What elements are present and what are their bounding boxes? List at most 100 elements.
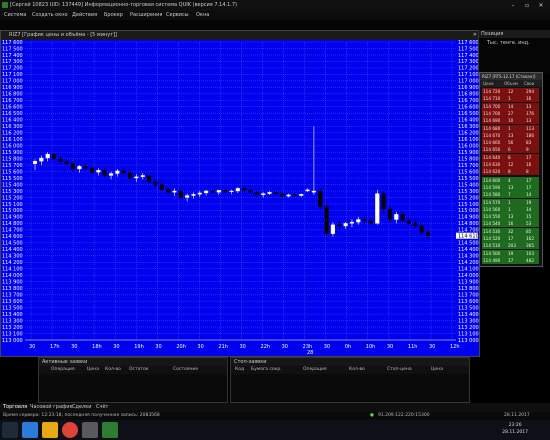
candle — [229, 190, 234, 192]
y-tick-label-left: 115 300 — [2, 189, 23, 195]
tab-hourly-chart[interactable]: Часовой график — [30, 403, 73, 412]
y-tick-label-right: 114 300 — [458, 254, 479, 260]
position-panel: Позиция Тыс. тенге. инд. — [478, 30, 550, 74]
x-tick-label: 30 — [324, 344, 330, 350]
y-tick-label-left: 117 200 — [2, 66, 23, 72]
sell-order-row[interactable]: 114 690 10 13 — [482, 117, 539, 125]
col-price: Цена — [87, 367, 99, 372]
sell-order-row[interactable]: 114 650 6 9 — [482, 146, 539, 154]
order-own: 294 — [526, 89, 534, 94]
candle — [324, 206, 329, 234]
buy-order-row[interactable]: 114 560 1 14 — [482, 205, 539, 213]
y-tick-label-right: 113 100 — [458, 331, 479, 337]
order-book-window: RIZ7 [RTS-12.17 (Стакан)] Цена Объем Сво… — [479, 72, 543, 267]
taskbar-clock: 23:26 28.11.2017 — [502, 422, 528, 436]
tab-deals[interactable]: Сделки — [72, 403, 92, 412]
explorer-icon[interactable] — [22, 422, 38, 438]
order-price: 114 630 — [483, 162, 501, 167]
buy-order-row[interactable]: 114 550 13 15 — [482, 213, 539, 221]
menu-create-window[interactable]: Создать окно — [32, 11, 68, 20]
sell-order-row[interactable]: 114 630 12 16 — [482, 161, 539, 168]
order-volume: 27 — [508, 110, 514, 116]
start-menu-icon[interactable] — [2, 422, 18, 438]
orders-panel: Активные заявки Операция Цена Кол-во Ост… — [0, 357, 550, 403]
tab-trading[interactable]: Торговля — [3, 403, 27, 412]
y-tick-label-right: 116 300 — [458, 124, 479, 130]
candle — [375, 193, 380, 224]
y-tick-label-left: 115 500 — [2, 176, 23, 182]
y-tick-label-left: 113 500 — [2, 305, 23, 311]
buy-order-row[interactable]: 114 540 16 53 — [482, 220, 539, 228]
app-icon[interactable] — [82, 422, 98, 438]
minimize-button[interactable]: – — [506, 1, 520, 10]
order-price: 114 560 — [483, 206, 501, 212]
candle — [318, 190, 323, 207]
y-tick-label-right: 115 600 — [458, 169, 479, 175]
y-tick-label-right: 113 900 — [458, 279, 479, 285]
sell-order-row[interactable]: 114 640 8 17 — [482, 153, 539, 161]
sell-order-row[interactable]: 114 720 12 294 — [482, 88, 539, 95]
candle — [140, 175, 145, 177]
maximize-button[interactable]: ▫ — [520, 1, 534, 10]
order-book-title: RIZ7 [RTS-12.17 (Стакан)] — [480, 73, 542, 80]
y-tick-label-right: 113 300 — [458, 318, 479, 324]
y-tick-label-right: 115 400 — [458, 182, 479, 188]
menu-windows[interactable]: Окна — [196, 11, 209, 20]
x-tick-label: 19h — [134, 344, 144, 350]
chart-close-button[interactable]: ✕ — [473, 31, 477, 40]
candle — [280, 193, 285, 197]
order-volume: 7 — [508, 192, 511, 198]
y-tick-label-left: 117 100 — [2, 72, 23, 78]
order-price: 114 660 — [483, 140, 501, 146]
candle — [172, 190, 177, 193]
y-tick-label-right: 116 700 — [458, 98, 479, 104]
buy-order-row[interactable]: 114 580 7 14 — [482, 191, 539, 199]
buy-order-row[interactable]: 114 590 13 17 — [482, 183, 539, 191]
menu-extensions[interactable]: Расширения — [130, 11, 162, 20]
sell-order-row[interactable]: 114 680 1 113 — [482, 124, 539, 132]
price-chart-window: RIZ7 [График цены и объёма - [5 минут]] … — [0, 30, 480, 357]
y-tick-label-left: 116 800 — [2, 92, 23, 98]
buy-order-row[interactable]: 114 520 17 162 — [482, 235, 539, 242]
menu-actions[interactable]: Действия — [72, 11, 97, 20]
candle — [223, 190, 228, 192]
sell-order-row[interactable]: 114 710 1 16 — [482, 95, 539, 103]
close-button[interactable]: ✕ — [534, 1, 548, 10]
sell-order-row[interactable]: 114 620 8 8 — [482, 168, 539, 176]
sell-order-row[interactable]: 114 660 56 83 — [482, 139, 539, 147]
menu-broker[interactable]: Брокер — [104, 11, 123, 20]
buy-order-row[interactable]: 114 500 19 103 — [482, 249, 539, 257]
connection-icon: ● — [370, 413, 374, 418]
x-tick-label: 10h — [366, 344, 376, 350]
buy-order-row[interactable]: 114 570 1 19 — [482, 198, 539, 206]
y-tick-label-left: 114 000 — [2, 273, 23, 279]
folder-icon[interactable] — [42, 422, 58, 438]
candlestick-chart[interactable]: 113 000 113 000113 100 113 100113 200 113 2… — [1, 40, 479, 356]
buy-order-row[interactable]: 114 530 32 85 — [482, 227, 539, 235]
y-tick-label-left: 114 500 — [2, 241, 23, 247]
quik-icon[interactable] — [102, 422, 118, 438]
candle — [387, 208, 393, 220]
menu-services[interactable]: Сервисы — [166, 11, 189, 20]
y-tick-label-left: 113 100 — [2, 331, 23, 337]
buy-order-row[interactable]: 114 600 4 17 — [482, 176, 539, 184]
y-tick-label-left: 113 600 — [2, 299, 23, 305]
x-tick-label: 17h — [50, 344, 60, 350]
sell-order-row[interactable]: 114 700 14 13 — [482, 102, 539, 110]
order-own: 15 — [526, 214, 532, 220]
order-price: 114 700 — [483, 110, 501, 116]
sell-order-row[interactable]: 114 700 27 176 — [482, 109, 539, 117]
order-price: 114 500 — [483, 250, 501, 256]
buy-order-row[interactable]: 114 490 17 482 — [482, 256, 539, 264]
candle — [261, 193, 266, 196]
y-tick-label-right: 113 200 — [458, 325, 479, 331]
menu-system[interactable]: Система — [4, 11, 26, 20]
buy-order-row[interactable]: 114 510 203 365 — [482, 242, 539, 250]
tab-account[interactable]: Счёт — [96, 403, 108, 412]
candle — [210, 190, 215, 193]
y-tick-label-left: 113 900 — [2, 279, 23, 285]
candle — [32, 161, 38, 164]
candle — [115, 170, 120, 174]
chrome-icon[interactable] — [62, 422, 78, 438]
sell-order-row[interactable]: 114 670 13 186 — [482, 131, 539, 139]
